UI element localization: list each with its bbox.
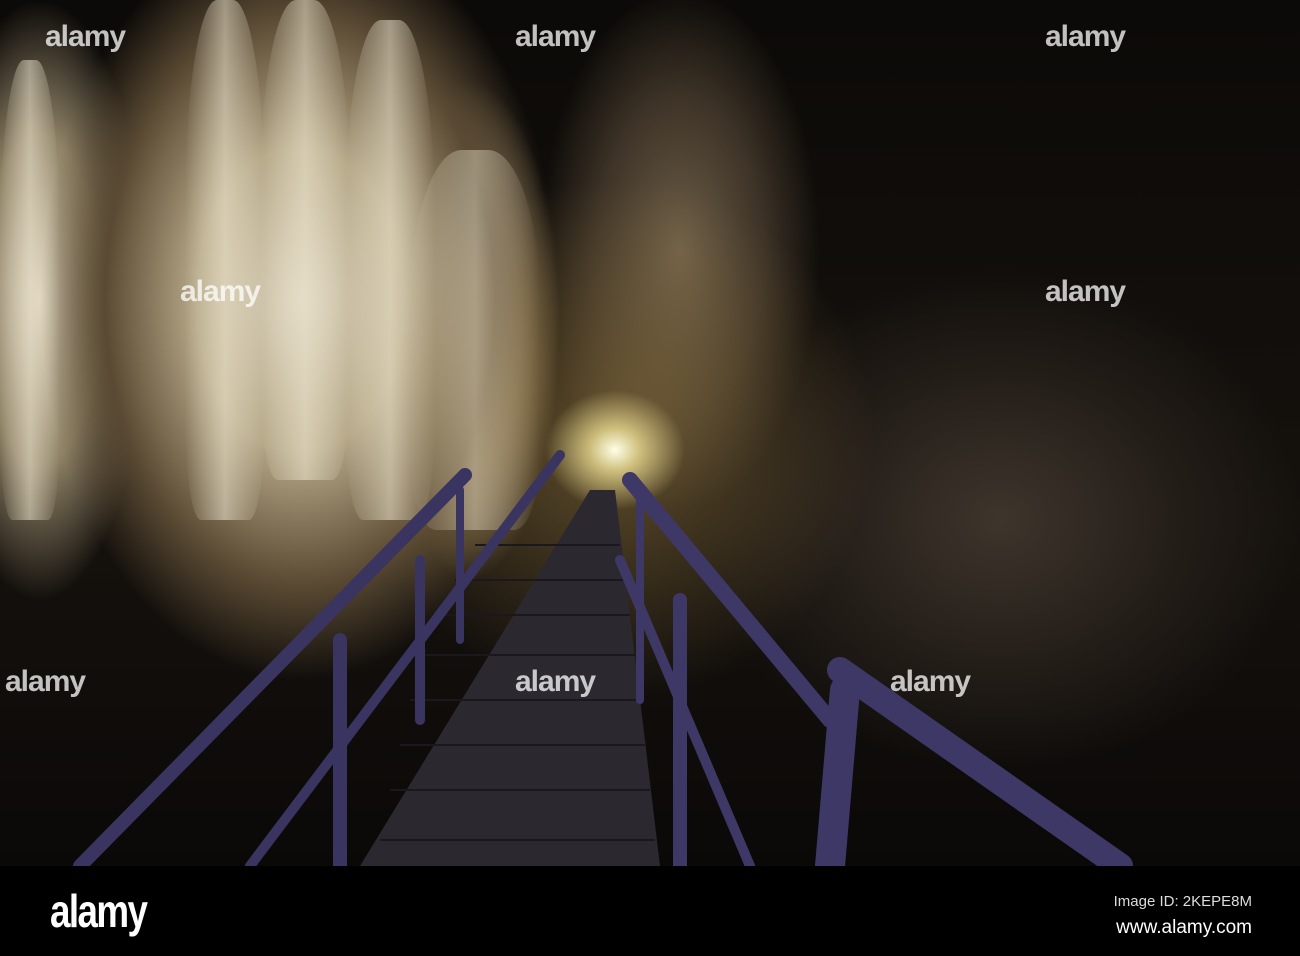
cave-photo: alamy alamy alamy alamy alamy alamy alam… bbox=[0, 0, 1300, 866]
alamy-logo: alamy bbox=[50, 885, 148, 937]
watermark: alamy bbox=[515, 20, 596, 53]
watermark: alamy bbox=[890, 665, 971, 698]
site-url: www.alamy.com bbox=[1116, 917, 1252, 938]
right-handrail bbox=[615, 472, 1133, 866]
watermark: alamy bbox=[45, 20, 126, 53]
walkway-deck bbox=[360, 490, 660, 866]
watermark: alamy bbox=[5, 665, 86, 698]
stock-photo-frame: alamy alamy alamy alamy alamy alamy alam… bbox=[0, 0, 1300, 956]
watermark: alamy bbox=[515, 665, 596, 698]
watermark: alamy bbox=[180, 275, 261, 308]
watermark: alamy bbox=[1045, 20, 1126, 53]
wooden-walkway bbox=[73, 450, 1133, 866]
image-id: Image ID: 2KEPE8M bbox=[1113, 893, 1252, 910]
watermark: alamy bbox=[1045, 275, 1126, 308]
